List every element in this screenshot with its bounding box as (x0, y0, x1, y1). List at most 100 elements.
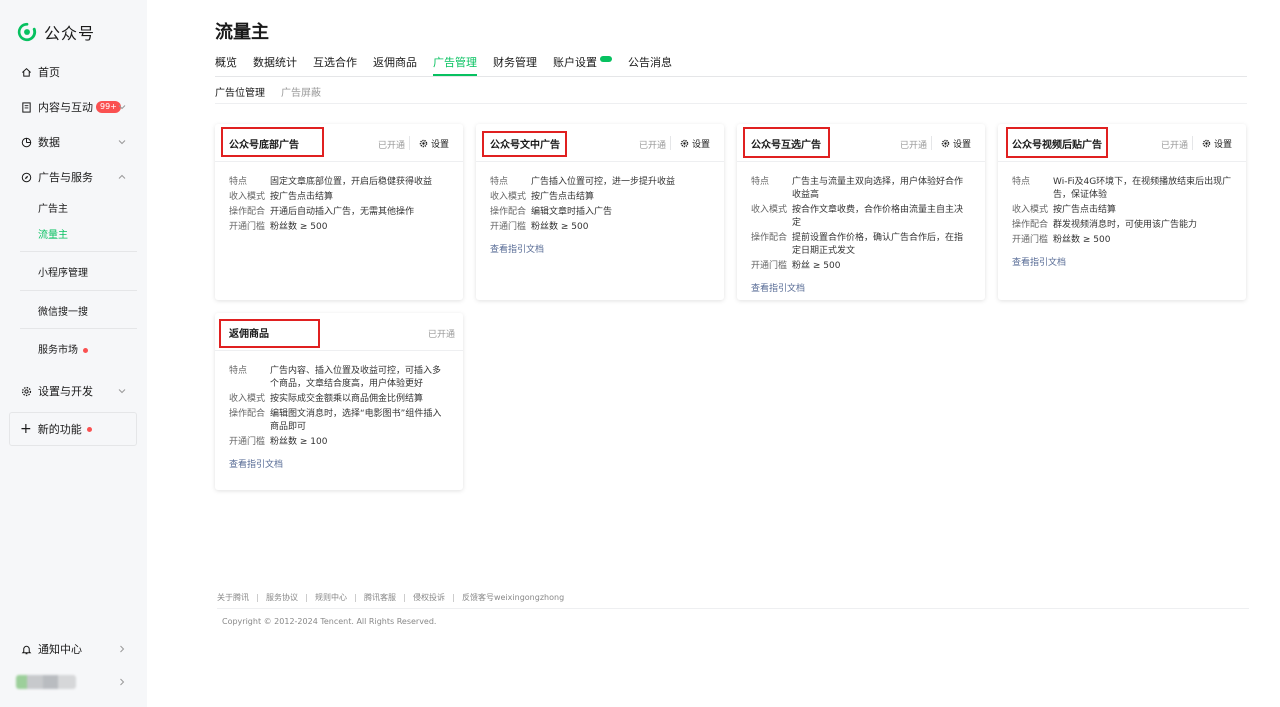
row-key: 操作配合 (490, 207, 527, 217)
row-key: 操作配合 (1012, 220, 1049, 230)
sidebar-subitem-publisher[interactable]: 流量主 (38, 226, 68, 241)
red-dot-indicator (83, 347, 88, 353)
highlight-box (743, 127, 830, 158)
row-key: 操作配合 (229, 207, 266, 217)
tab-announcements[interactable]: 公告消息 (628, 56, 680, 76)
sidebar: 公众号 首页 内容与互动 99+ 数据 广告与服务 广告主 流量主 小程序管理 … (0, 0, 147, 707)
row-key: 开通门槛 (1012, 235, 1049, 245)
footer-link-complaint[interactable]: 侵权投诉 (413, 592, 445, 603)
chevron-down-icon (118, 105, 126, 110)
gear-icon (20, 385, 32, 397)
highlight-box (219, 319, 320, 348)
row-value: 按合作文章收费，合作价格由流量主自主决定 (792, 205, 964, 228)
gear-icon (419, 139, 428, 148)
row-value: 按广告点击结算 (531, 192, 595, 202)
subtab-ad-slots[interactable]: 广告位管理 (215, 84, 265, 99)
card-row: 特点 固定文章底部位置，开启后稳健获得收益 (229, 176, 449, 189)
row-value: 粉丝数 ≥ 500 (1053, 235, 1111, 245)
guide-doc-link[interactable]: 查看指引文档 (1012, 255, 1066, 268)
settings-label: 设置 (953, 140, 972, 150)
settings-button[interactable]: 设置 (941, 137, 971, 150)
row-value: 提前设置合作价格，确认广告合作后，在指定日期正式发文 (792, 233, 964, 256)
status-label: 已开通 (639, 141, 667, 151)
row-key: 特点 (229, 177, 248, 187)
tab-overview[interactable]: 概览 (215, 56, 245, 76)
card-body: 特点 Wi-Fi及4G环境下，在视频播放结束后出现广告，保证体验 收入模式 按广告点… (998, 162, 1246, 281)
row-value: 广告插入位置可控，进一步提升收益 (531, 177, 676, 187)
card-body: 特点 广告内容、插入位置及收益可控，可插入多个商品，文章结合度高，用户体验更好 收… (215, 351, 463, 483)
sidebar-item-mini-program[interactable]: 小程序管理 (38, 264, 88, 279)
tab-statistics[interactable]: 数据统计 (253, 56, 305, 76)
divider (355, 593, 356, 602)
tab-account-settings[interactable]: 账户设置 (553, 56, 620, 76)
compass-icon (20, 171, 32, 183)
sidebar-item-ads[interactable]: 广告与服务 (20, 169, 135, 185)
divider (20, 251, 137, 252)
row-value: 固定文章底部位置，开启后稳健获得收益 (270, 177, 433, 187)
red-dot-indicator (86, 426, 92, 432)
sidebar-item-data[interactable]: 数据 (20, 134, 135, 150)
card-row: 收入模式 按合作文章收费，合作价格由流量主自主决定 (751, 204, 971, 230)
card-row: 收入模式 按实际成交金额乘以商品佣金比例结算 (229, 393, 449, 406)
card-row: 特点 广告插入位置可控，进一步提升收益 (490, 176, 710, 189)
guide-doc-link[interactable]: 查看指引文档 (490, 242, 544, 255)
status-label: 已开通 (428, 330, 456, 340)
divider (20, 328, 137, 329)
row-key: 收入模式 (490, 192, 527, 202)
sidebar-item-market[interactable]: 服务市场 (38, 341, 88, 356)
row-value: 粉丝 ≥ 500 (792, 261, 841, 271)
tab-ad-management[interactable]: 广告管理 (433, 56, 485, 76)
sidebar-item-notifications[interactable]: 通知中心 (20, 641, 135, 657)
tab-commission-products[interactable]: 返佣商品 (373, 56, 425, 76)
app-logo[interactable]: 公众号 (16, 20, 95, 44)
settings-button[interactable]: 设置 (680, 137, 710, 150)
footer-link-about[interactable]: 关于腾讯 (217, 592, 249, 603)
card-row: 操作配合 群发视频消息时，可使用该广告能力 (1012, 219, 1232, 232)
sidebar-item-search[interactable]: 微信搜一搜 (38, 303, 88, 318)
tab-bar: 概览 数据统计 互选合作 返佣商品 广告管理 财务管理 账户设置 公告消息 (215, 56, 688, 76)
row-value: 编辑图文消息时，选择“电影图书”组件插入商品即可 (270, 409, 442, 432)
sidebar-subitem-advertiser[interactable]: 广告主 (38, 200, 68, 215)
card-body: 特点 广告插入位置可控，进一步提升收益 收入模式 按广告点击结算 操作配合 编辑文章时… (476, 162, 724, 268)
footer-link-support[interactable]: 腾讯客服 (364, 592, 396, 603)
highlight-box (221, 127, 324, 157)
card-row: 收入模式 按广告点击结算 (490, 191, 710, 204)
chevron-up-icon (118, 174, 126, 179)
status-label: 已开通 (1161, 141, 1189, 151)
document-icon (20, 101, 32, 113)
logo-icon (17, 22, 37, 42)
sidebar-item-label: 通知中心 (38, 643, 82, 656)
row-key: 开通门槛 (229, 437, 266, 447)
card-row: 特点 广告内容、插入位置及收益可控，可插入多个商品，文章结合度高，用户体验更好 (229, 365, 449, 391)
card-row: 开通门槛 粉丝 ≥ 500 (751, 260, 971, 273)
divider (257, 593, 258, 602)
account-avatar[interactable] (16, 675, 76, 689)
guide-doc-link[interactable]: 查看指引文档 (751, 281, 805, 294)
card-row: 开通门槛 粉丝数 ≥ 500 (1012, 234, 1232, 247)
page-title: 流量主 (215, 22, 269, 43)
card-row: 开通门槛 粉丝数 ≥ 500 (490, 221, 710, 234)
row-value: 开通后自动插入广告，无需其他操作 (270, 207, 415, 217)
card-row: 操作配合 开通后自动插入广告，无需其他操作 (229, 206, 449, 219)
tab-mutual-selection[interactable]: 互选合作 (313, 56, 365, 76)
footer-link-terms[interactable]: 服务协议 (266, 592, 298, 603)
row-key: 收入模式 (751, 205, 788, 215)
highlight-box (482, 131, 567, 157)
settings-button[interactable]: 设置 (419, 137, 449, 150)
sidebar-item-home[interactable]: 首页 (20, 64, 135, 80)
sidebar-item-label: 首页 (38, 66, 60, 79)
settings-button[interactable]: 设置 (1202, 137, 1232, 150)
new-features-button[interactable]: + 新的功能 (9, 412, 137, 446)
footer-link-feedback[interactable]: 反馈客号weixingongzhong (462, 592, 564, 603)
subtab-ad-blocking[interactable]: 广告屏蔽 (281, 84, 321, 99)
row-key: 开通门槛 (751, 261, 788, 271)
card-row: 开通门槛 粉丝数 ≥ 100 (229, 436, 449, 449)
card-row: 特点 Wi-Fi及4G环境下，在视频播放结束后出现广告，保证体验 (1012, 176, 1232, 202)
guide-doc-link[interactable]: 查看指引文档 (229, 457, 283, 470)
plus-icon: + (20, 421, 32, 437)
sidebar-item-content[interactable]: 内容与互动 99+ (20, 99, 135, 115)
footer-link-rules[interactable]: 规则中心 (315, 592, 347, 603)
row-key: 特点 (751, 177, 770, 187)
sidebar-item-settings[interactable]: 设置与开发 (20, 383, 135, 399)
tab-finance[interactable]: 财务管理 (493, 56, 545, 76)
